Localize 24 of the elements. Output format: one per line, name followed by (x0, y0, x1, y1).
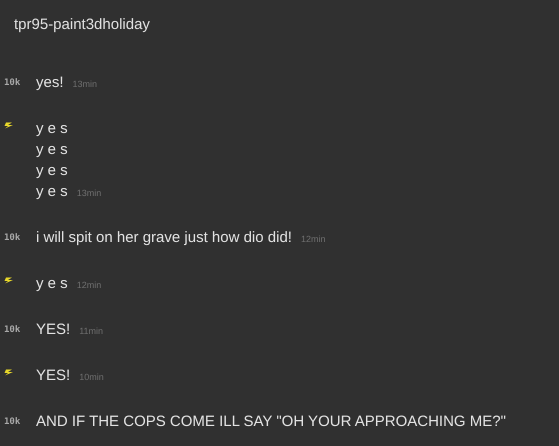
user-avatar: 10k (4, 78, 20, 88)
user-avatar: 10k (4, 324, 20, 334)
message-text: AND IF THE COPS COME ILL SAY "OH YOUR APPROACHING ME?" (36, 412, 506, 432)
message-text: y e s (36, 274, 68, 294)
lightning-icon (4, 369, 14, 376)
message-text: y e s (36, 140, 68, 160)
message-text: y e s (36, 161, 68, 181)
message-text: yes! (36, 73, 64, 93)
lightning-icon (4, 122, 14, 129)
lightning-icon (4, 277, 14, 284)
user-avatar: 10k (4, 416, 20, 426)
message-text: YES! (36, 320, 70, 340)
message-time: 12min (76, 279, 102, 292)
message-text: y e s (36, 119, 68, 139)
chat-title: tpr95-paint3dholiday (13, 15, 151, 35)
message-text: i will spit on her grave just how dio did! (36, 228, 292, 248)
message-time: 13min (72, 78, 98, 91)
message-time: 11min (79, 325, 104, 338)
message-time: 12min (300, 233, 326, 246)
message-text: YES! (36, 366, 70, 386)
message-time: 13min (76, 187, 102, 200)
message-text: y e s (36, 182, 68, 202)
user-avatar: 10k (4, 232, 20, 242)
message-time: 10min (79, 371, 104, 384)
